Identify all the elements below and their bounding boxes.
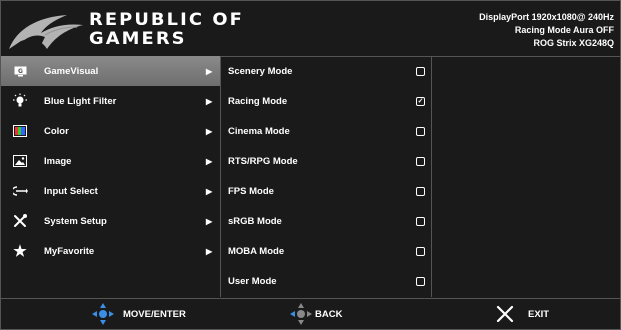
back-hint[interactable]: BACK — [289, 299, 342, 329]
bulb-icon — [12, 93, 28, 109]
mode-label: User Mode — [228, 275, 277, 287]
menu-label: GameVisual — [44, 65, 99, 77]
menu-item-system-setup[interactable]: System Setup ▶ — [1, 206, 220, 236]
menu-label: System Setup — [44, 215, 107, 227]
exit-hint[interactable]: EXIT — [496, 299, 549, 329]
exit-label: EXIT — [528, 308, 550, 320]
radio-unchecked — [416, 156, 425, 166]
move-enter-label: MOVE/ENTER — [123, 308, 186, 320]
color-icon — [12, 123, 28, 139]
menu-label: Color — [44, 125, 69, 137]
radio-unchecked — [416, 216, 425, 226]
input-select-icon — [12, 183, 28, 199]
tools-icon — [12, 213, 28, 229]
mode-cinema[interactable]: Cinema Mode — [221, 116, 431, 146]
arrow-right-icon: ▶ — [206, 156, 213, 166]
gamevisual-icon: G — [12, 63, 28, 79]
mode-srgb[interactable]: sRGB Mode — [221, 206, 431, 236]
menu-label: Blue Light Filter — [44, 95, 117, 107]
menu-item-input-select[interactable]: Input Select ▶ — [1, 176, 220, 206]
mode-label: sRGB Mode — [228, 215, 282, 227]
menu-item-color[interactable]: Color ▶ — [1, 116, 220, 146]
move-enter-hint[interactable]: MOVE/ENTER — [91, 299, 186, 329]
mode-user[interactable]: User Mode — [221, 266, 431, 296]
rog-eye-logo — [9, 15, 83, 49]
rog-brand-text: REPUBLIC OF GAMERS — [89, 10, 244, 49]
model-info: ROG Strix XG248Q — [533, 38, 614, 48]
radio-unchecked — [416, 126, 425, 136]
menu-label: Image — [44, 155, 72, 167]
main-menu: G GameVisual ▶ Blue Light Filter ▶ Color… — [1, 56, 221, 297]
image-icon — [12, 153, 28, 169]
mode-label: Racing Mode — [228, 95, 288, 107]
radio-unchecked — [416, 66, 425, 76]
mode-racing[interactable]: Racing Mode ✓ — [221, 86, 431, 116]
osd-window: REPUBLIC OF GAMERS DisplayPort 1920x1080… — [0, 0, 621, 330]
mode-rts-rpg[interactable]: RTS/RPG Mode — [221, 146, 431, 176]
osd-footer: MOVE/ENTER BACK EXIT — [1, 299, 620, 329]
menu-item-image[interactable]: Image ▶ — [1, 146, 220, 176]
menu-label: MyFavorite — [44, 245, 95, 257]
radio-checked-icon: ✓ — [416, 96, 425, 106]
svg-text:G: G — [18, 68, 23, 75]
dpad-left-icon — [290, 303, 312, 325]
mode-label: RTS/RPG Mode — [228, 155, 298, 167]
mode-scenery[interactable]: Scenery Mode — [221, 56, 431, 86]
radio-unchecked — [416, 276, 425, 286]
radio-unchecked — [416, 186, 425, 196]
mode-label: FPS Mode — [228, 185, 274, 197]
menu-label: Input Select — [44, 185, 98, 197]
arrow-right-icon: ▶ — [206, 186, 213, 196]
arrow-right-icon: ▶ — [206, 96, 213, 106]
mode-label: Cinema Mode — [228, 125, 290, 137]
arrow-right-icon: ▶ — [206, 216, 213, 226]
arrow-right-icon: ▶ — [206, 66, 213, 76]
mode-label: Scenery Mode — [228, 65, 293, 77]
menu-item-gamevisual[interactable]: G GameVisual ▶ — [1, 56, 220, 86]
mode-fps[interactable]: FPS Mode — [221, 176, 431, 206]
arrow-right-icon: ▶ — [206, 126, 213, 136]
signal-info: DisplayPort 1920x1080@ 240Hz — [479, 12, 614, 22]
mode-info: Racing Mode Aura OFF — [514, 25, 614, 35]
gamevisual-submenu: Scenery Mode Racing Mode ✓ Cinema Mode R… — [221, 56, 432, 297]
dpad-icon — [92, 303, 114, 325]
radio-unchecked — [416, 246, 425, 256]
status-info: DisplayPort 1920x1080@ 240Hz Racing Mode… — [479, 11, 614, 50]
menu-item-myfavorite[interactable]: ★ MyFavorite ▶ — [1, 236, 220, 266]
menu-item-blue-light-filter[interactable]: Blue Light Filter ▶ — [1, 86, 220, 116]
osd-header: REPUBLIC OF GAMERS DisplayPort 1920x1080… — [1, 1, 620, 59]
star-icon: ★ — [13, 243, 27, 260]
arrow-right-icon: ▶ — [206, 246, 213, 256]
close-icon — [496, 305, 514, 323]
mode-moba[interactable]: MOBA Mode — [221, 236, 431, 266]
mode-label: MOBA Mode — [228, 245, 285, 257]
back-label: BACK — [315, 308, 343, 320]
